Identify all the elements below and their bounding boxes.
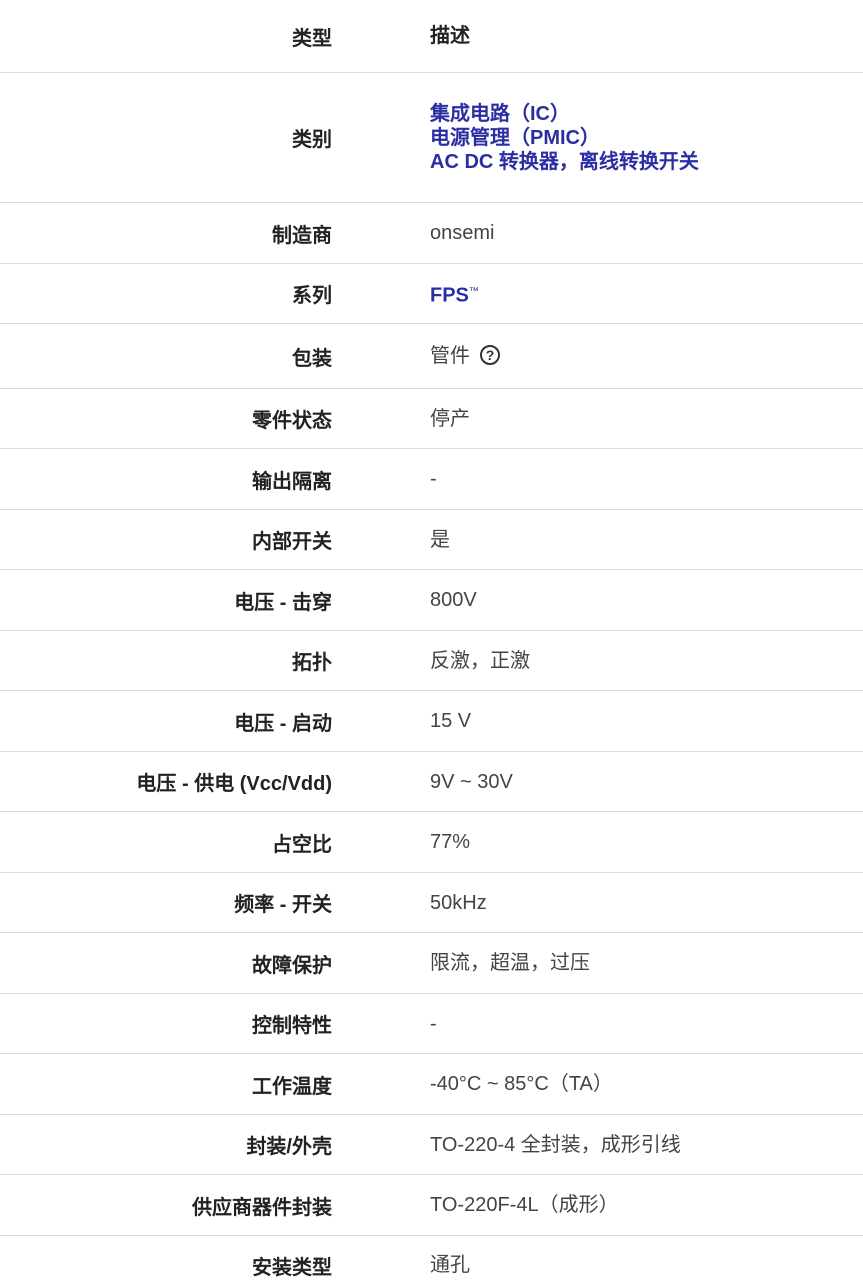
row-part-status: 零件状态 停产 (0, 389, 863, 449)
row-value: 800V (430, 589, 477, 611)
row-label: 制造商 (272, 224, 332, 247)
row-label: 拓扑 (292, 652, 332, 674)
row-value: 是 (430, 528, 450, 551)
row-manufacturer: 制造商 onsemi (0, 203, 863, 264)
packaging-value: 管件? (332, 344, 500, 368)
header-description: 描述 (430, 25, 470, 47)
row-output-isolation: 输出隔离 - (0, 449, 863, 510)
row-label: 系列 (292, 285, 332, 307)
row-value: 管件 (430, 345, 470, 367)
row-label: 控制特性 (252, 1015, 332, 1037)
row-label: 占空比 (272, 833, 332, 856)
row-category: 类别 集成电路（IC） 电源管理（PMIC） AC DC 转换器，离线转换开关 (0, 73, 863, 203)
row-control-features: 控制特性 - (0, 994, 863, 1054)
row-value: onsemi (430, 222, 495, 244)
row-internal-switch: 内部开关 是 (0, 510, 863, 570)
row-label: 类别 (292, 129, 332, 151)
row-series: 系列 FPS™ (0, 264, 863, 324)
category-links: 集成电路（IC） 电源管理（PMIC） AC DC 转换器，离线转换开关 (332, 102, 699, 174)
row-fault-protection: 故障保护 限流，超温，过压 (0, 933, 863, 994)
row-label: 电压 - 启动 (234, 712, 332, 735)
series-value[interactable]: FPS (430, 284, 469, 306)
category-link-ic[interactable]: 集成电路（IC） (430, 102, 699, 126)
row-value: 停产 (430, 407, 470, 430)
row-value: - (430, 1012, 437, 1035)
table-header: 类型 描述 (0, 0, 863, 73)
row-label: 封装/外壳 (246, 1136, 332, 1158)
row-operating-temperature: 工作温度 -40°C ~ 85°C（TA） (0, 1054, 863, 1115)
row-label: 电压 - 击穿 (234, 591, 332, 614)
row-package-case: 封装/外壳 TO-220-4 全封装，成形引线 (0, 1115, 863, 1175)
row-duty-cycle: 占空比 77% (0, 812, 863, 873)
row-label: 包装 (292, 347, 332, 370)
row-mounting-type: 安装类型 通孔 (0, 1236, 863, 1288)
row-label: 输出隔离 (252, 470, 332, 493)
category-link-acdc[interactable]: AC DC 转换器，离线转换开关 (430, 150, 699, 174)
header-type: 类型 (292, 27, 332, 50)
row-label: 供应商器件封装 (192, 1196, 332, 1219)
row-value: 9V ~ 30V (430, 770, 513, 793)
row-value: 15 V (430, 710, 472, 732)
row-label: 工作温度 (252, 1075, 332, 1098)
row-frequency-switching: 频率 - 开关 50kHz (0, 873, 863, 933)
row-voltage-breakdown: 电压 - 击穿 800V (0, 570, 863, 631)
row-value: 限流，超温，过压 (430, 952, 590, 974)
row-value: TO-220F-4L（成形） (430, 1194, 619, 1216)
row-value: 反激，正激 (430, 649, 530, 672)
trademark-symbol: ™ (468, 285, 479, 297)
row-value: TO-220-4 全封装，成形引线 (430, 1133, 681, 1156)
series-link[interactable]: FPS™ (332, 280, 479, 308)
row-value: 77% (430, 831, 471, 853)
row-voltage-startup: 电压 - 启动 15 V (0, 691, 863, 752)
row-label: 频率 - 开关 (234, 894, 332, 916)
row-label: 故障保护 (252, 954, 332, 977)
row-label: 安装类型 (252, 1256, 332, 1279)
row-value: -40°C ~ 85°C（TA） (430, 1073, 613, 1095)
question-circle-icon[interactable]: ? (480, 344, 500, 365)
row-voltage-supply: 电压 - 供电 (Vcc/Vdd) 9V ~ 30V (0, 752, 863, 812)
spec-table: 类型 描述 类别 集成电路（IC） 电源管理（PMIC） AC DC 转换器，离… (0, 0, 863, 1288)
row-label: 内部开关 (252, 531, 332, 553)
row-supplier-device-package: 供应商器件封装 TO-220F-4L（成形） (0, 1175, 863, 1236)
row-packaging: 包装 管件? (0, 324, 863, 389)
row-topology: 拓扑 反激，正激 (0, 631, 863, 691)
row-value: - (430, 468, 437, 490)
row-label: 零件状态 (252, 410, 332, 432)
row-value: 50kHz (430, 891, 487, 914)
category-link-pmic[interactable]: 电源管理（PMIC） (430, 126, 699, 150)
row-value: 通孔 (430, 1254, 470, 1276)
row-label: 电压 - 供电 (Vcc/Vdd) (136, 773, 332, 795)
